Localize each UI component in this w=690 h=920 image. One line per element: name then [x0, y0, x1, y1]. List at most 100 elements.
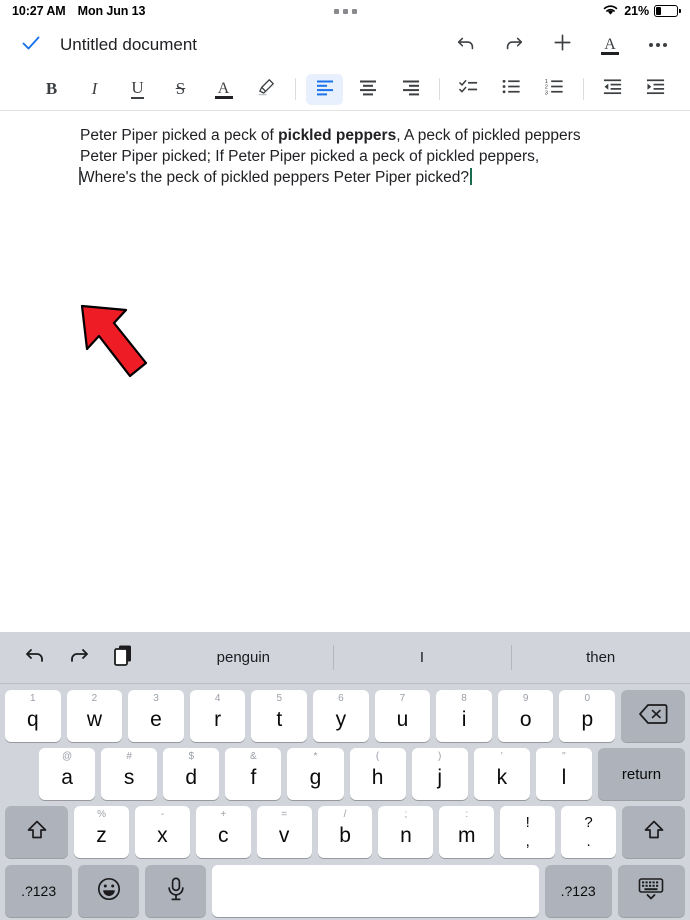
key-return[interactable]: return — [597, 748, 685, 800]
increase-indent-button[interactable] — [637, 74, 674, 105]
key-i[interactable]: 8 i — [436, 690, 492, 742]
keyboard-redo-button[interactable] — [66, 645, 92, 671]
battery-icon — [654, 5, 681, 17]
key-l[interactable]: " l — [535, 748, 592, 800]
key-d[interactable]: $ d — [163, 748, 220, 800]
key-microphone[interactable] — [145, 865, 206, 917]
key-h[interactable]: ( h — [349, 748, 406, 800]
key-period-label: . — [586, 833, 591, 850]
key-b[interactable]: / b — [317, 806, 373, 858]
suggestion-2[interactable]: I — [332, 643, 512, 672]
highlight-button[interactable] — [248, 74, 285, 105]
text-color-button[interactable]: A — [205, 74, 242, 105]
key-u[interactable]: 7 u — [374, 690, 431, 742]
more-options-icon[interactable] — [649, 43, 667, 47]
emoji-icon — [96, 876, 122, 907]
key-emoji[interactable] — [78, 865, 140, 917]
align-center-button[interactable] — [349, 74, 386, 105]
plus-icon[interactable] — [551, 31, 574, 59]
key-space[interactable] — [211, 865, 539, 917]
key-shift-right[interactable] — [621, 806, 686, 858]
key-backspace[interactable] — [621, 690, 686, 742]
bulleted-list-button[interactable] — [493, 74, 530, 105]
status-date: Mon Jun 13 — [77, 4, 146, 18]
align-left-button[interactable] — [306, 73, 343, 105]
key-y-alt: 6 — [338, 693, 344, 704]
strikethrough-button[interactable]: S — [162, 74, 199, 105]
text-format-button[interactable]: A — [596, 31, 624, 59]
key-y[interactable]: 6 y — [313, 690, 369, 742]
key-f[interactable]: & f — [225, 748, 282, 800]
decrease-indent-button[interactable] — [594, 74, 631, 105]
key-n[interactable]: ; n — [378, 806, 434, 858]
key-k[interactable]: ' k — [473, 748, 530, 800]
key-numeric-left[interactable]: .?123 — [5, 865, 73, 917]
insert-button[interactable] — [548, 31, 576, 59]
key-m[interactable]: : m — [439, 806, 495, 858]
key-r-alt: 4 — [214, 693, 221, 704]
underline-button[interactable]: U — [119, 74, 156, 105]
underline-icon: U — [131, 78, 144, 99]
key-c[interactable]: + c — [195, 806, 251, 858]
checkmark-icon[interactable] — [20, 32, 42, 59]
key-exclaim-comma[interactable]: ! , — [500, 806, 556, 858]
italic-button[interactable]: I — [76, 74, 113, 105]
key-s[interactable]: # s — [101, 748, 158, 800]
key-g[interactable]: * g — [287, 748, 344, 800]
key-t[interactable]: 5 t — [251, 690, 308, 742]
key-o-alt: 9 — [522, 693, 529, 704]
hide-keyboard-icon — [636, 876, 666, 907]
key-n-label: n — [400, 824, 412, 847]
redo-icon[interactable] — [67, 643, 91, 672]
key-p[interactable]: 0 p — [559, 690, 616, 742]
bold-button[interactable]: B — [33, 74, 70, 105]
paste-icon[interactable] — [112, 643, 134, 672]
suggestion-1[interactable]: penguin — [154, 643, 333, 672]
key-m-label: m — [458, 824, 476, 847]
key-o[interactable]: 9 o — [497, 690, 554, 742]
redo-icon[interactable] — [503, 32, 525, 59]
key-shift-left[interactable] — [5, 806, 69, 858]
keyboard-paste-button[interactable] — [110, 645, 136, 671]
more-options-button[interactable] — [644, 31, 672, 59]
key-e[interactable]: 3 e — [128, 690, 184, 742]
key-e-alt: 3 — [153, 693, 159, 704]
keyboard-undo-button[interactable] — [22, 645, 48, 671]
key-i-alt: 8 — [461, 693, 467, 704]
key-a[interactable]: @ a — [39, 748, 96, 800]
suggestion-3[interactable]: then — [511, 643, 690, 672]
key-j[interactable]: ) j — [411, 748, 468, 800]
numbered-list-button[interactable]: 1 2 3 — [536, 74, 573, 105]
key-numeric-right[interactable]: .?123 — [544, 865, 612, 917]
key-l-alt: " — [562, 751, 566, 762]
text-format-icon[interactable]: A — [600, 34, 620, 56]
key-v[interactable]: = v — [256, 806, 312, 858]
key-question-period[interactable]: ? . — [561, 806, 616, 858]
undo-icon[interactable] — [23, 643, 47, 672]
align-right-button[interactable] — [392, 74, 429, 105]
document-body[interactable]: Peter Piper picked a peck of pickled pep… — [80, 125, 620, 188]
key-hide-keyboard[interactable] — [617, 865, 685, 917]
key-w[interactable]: 2 w — [66, 690, 123, 742]
done-button[interactable] — [14, 28, 48, 62]
document-title[interactable]: Untitled document — [60, 35, 197, 55]
checklist-button[interactable] — [450, 74, 487, 105]
document-canvas[interactable]: Peter Piper picked a peck of pickled pep… — [0, 111, 690, 632]
redo-button[interactable] — [500, 31, 528, 59]
keyboard-row-1: 1 q 2 w 3 e 4 r 5 t 6 y 7 u 8 i 9 o 0 p — [0, 684, 690, 742]
key-question-label: ? — [584, 814, 593, 831]
key-q[interactable]: 1 q — [5, 690, 61, 742]
undo-icon[interactable] — [455, 32, 477, 59]
multitask-handle-icon[interactable] — [333, 8, 357, 14]
key-r[interactable]: 4 r — [189, 690, 246, 742]
key-m-alt: : — [465, 809, 469, 820]
key-x[interactable]: - x — [134, 806, 190, 858]
decrease-indent-icon — [602, 76, 623, 102]
align-left-icon — [315, 77, 335, 102]
key-z[interactable]: % z — [74, 806, 129, 858]
red-arrow-annotation — [74, 297, 162, 390]
svg-text:3: 3 — [545, 90, 548, 96]
undo-button[interactable] — [452, 31, 480, 59]
key-g-alt: * — [313, 751, 318, 762]
key-v-label: v — [278, 824, 290, 847]
